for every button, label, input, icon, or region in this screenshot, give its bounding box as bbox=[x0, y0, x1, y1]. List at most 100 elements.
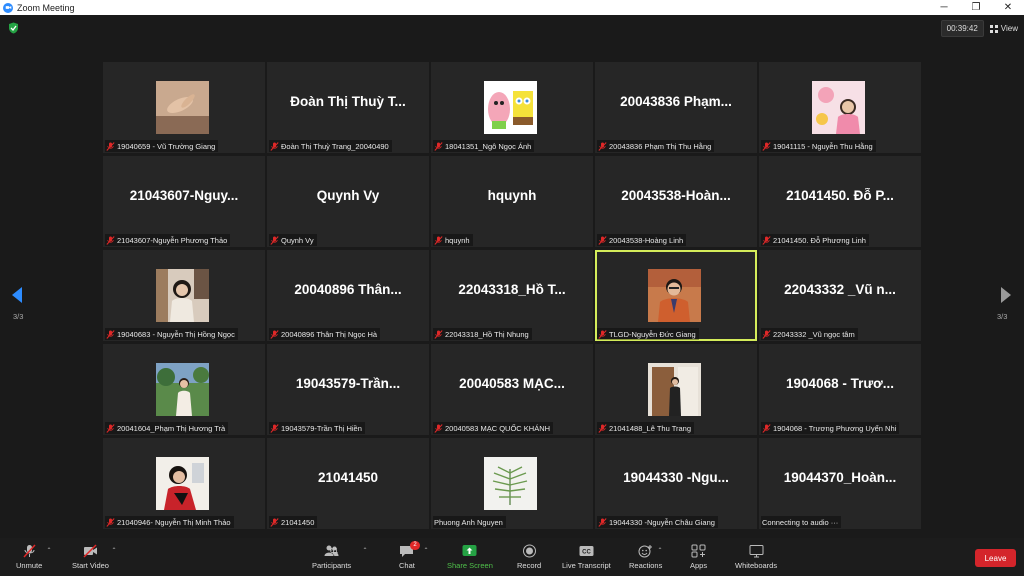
participant-display-name: 20043836 Phạm... bbox=[620, 94, 732, 109]
participant-tile[interactable]: 20041604_Phạm Thị Hương Trà bbox=[103, 344, 265, 435]
whiteboards-button[interactable]: Whiteboards bbox=[735, 544, 777, 570]
participant-photo-hands bbox=[156, 81, 209, 134]
next-page-arrow-icon[interactable] bbox=[999, 286, 1013, 304]
microphone-muted-icon bbox=[598, 235, 607, 245]
whiteboard-icon bbox=[749, 545, 764, 558]
start-video-button[interactable]: Start Video bbox=[72, 544, 109, 570]
svg-text:CC: CC bbox=[582, 550, 591, 556]
participant-name: 19040659 - Vũ Trường Giang bbox=[117, 141, 216, 151]
close-icon[interactable]: ✕ bbox=[992, 0, 1024, 15]
participant-display-name: 1904068 - Trươ... bbox=[786, 376, 894, 391]
participant-name-label: Đoàn Thị Thuỳ Trang_20040490 bbox=[269, 140, 392, 152]
participant-tile[interactable]: 18041351_Ngô Ngọc Ánh bbox=[431, 62, 593, 153]
microphone-muted-icon bbox=[23, 544, 36, 558]
apps-label: Apps bbox=[690, 561, 708, 570]
whiteboards-label: Whiteboards bbox=[735, 561, 778, 570]
participant-name: 20040896 Thân Thị Ngọc Hà bbox=[281, 329, 378, 339]
participant-display-name: 20040896 Thân... bbox=[294, 282, 402, 297]
record-button[interactable]: Record bbox=[517, 544, 541, 570]
restore-icon[interactable]: ❐ bbox=[960, 0, 992, 15]
participant-name-label: 21040946- Nguyễn Thị Minh Thảo bbox=[105, 516, 234, 528]
chat-unread-badge: 2 bbox=[410, 541, 420, 550]
participant-tile[interactable]: 19041115 - Nguyễn Thu Hằng bbox=[759, 62, 921, 153]
previous-page-arrow-icon[interactable] bbox=[10, 286, 24, 304]
participant-display-name: Quynh Vy bbox=[316, 188, 380, 203]
participant-name: 1904068 - Trương Phương Uyển Nhi bbox=[773, 423, 897, 433]
participant-tile[interactable]: 19043579-Trần... 19043579-Trần Thị Hiền bbox=[267, 344, 429, 435]
page-indicator-left: 3/3 bbox=[13, 312, 24, 321]
participant-display-name: 21043607-Nguy... bbox=[129, 188, 239, 203]
participants-button[interactable]: 61 Participants bbox=[312, 544, 351, 570]
shield-icon[interactable] bbox=[8, 22, 19, 34]
participant-tile[interactable]: 20040896 Thân... 20040896 Thân Thị Ngọc H… bbox=[267, 250, 429, 341]
participant-tile[interactable]: Đoàn Thị Thuỳ T... Đoàn Thị Thuỳ Trang_20… bbox=[267, 62, 429, 153]
share-screen-label: Share Screen bbox=[447, 561, 493, 570]
reactions-label: Reactions bbox=[629, 561, 663, 570]
chat-label: Chat bbox=[399, 561, 415, 570]
record-icon bbox=[522, 544, 536, 558]
participant-display-name: 21041450 bbox=[317, 470, 379, 485]
participant-name-label: 21041488_Lê Thu Trang bbox=[597, 422, 695, 434]
participant-tile[interactable]: hquynh hquynh bbox=[431, 156, 593, 247]
participant-tile-active-speaker[interactable]: TLGD-Nguyễn Đức Giang bbox=[595, 250, 757, 341]
window-titlebar: Zoom Meeting ─ ❐ ✕ bbox=[0, 0, 1024, 15]
participant-tile[interactable]: Quynh Vy Quynh Vy bbox=[267, 156, 429, 247]
participant-tile[interactable]: 22043318_Hồ T... 22043318_Hồ Thị Nhung bbox=[431, 250, 593, 341]
start-video-label: Start Video bbox=[72, 561, 109, 570]
participant-photo-man bbox=[648, 269, 701, 322]
participant-tile[interactable]: 21041450. Đỗ P... 21041450. Đỗ Phương Lin… bbox=[759, 156, 921, 247]
participant-photo-girl-red bbox=[156, 457, 209, 510]
participant-tile[interactable]: 1904068 - Trươ... 1904068 - Trương Phương… bbox=[759, 344, 921, 435]
view-button[interactable]: View bbox=[989, 24, 1018, 33]
participant-name: hquynh bbox=[445, 235, 470, 245]
unmute-button[interactable]: Unmute bbox=[16, 544, 42, 570]
participant-photo-leaf bbox=[484, 457, 537, 510]
participants-count: 61 bbox=[330, 546, 339, 555]
live-transcript-button[interactable]: CC Live Transcript bbox=[562, 544, 611, 570]
participant-display-name: 22043332 _Vũ n... bbox=[784, 282, 896, 297]
view-label: View bbox=[1000, 24, 1018, 33]
participant-photo-door bbox=[648, 363, 701, 416]
participant-photo-outdoor bbox=[156, 363, 209, 416]
leave-button[interactable]: Leave bbox=[975, 549, 1016, 567]
microphone-muted-icon bbox=[434, 141, 443, 151]
participant-tile[interactable]: 19044370_Hoàn... Connecting to audio ··· bbox=[759, 438, 921, 529]
microphone-muted-icon bbox=[598, 423, 607, 433]
page-indicator-right: 3/3 bbox=[997, 312, 1008, 321]
participant-tile[interactable]: 19044330 -Ngu... 19044330 -Nguyễn Châu Gi… bbox=[595, 438, 757, 529]
participant-name: 21041450 bbox=[281, 517, 315, 527]
meeting-toolbar: Unmute ⌃ Start Video ⌃ 61 Participants ⌃… bbox=[0, 538, 1024, 576]
apps-button[interactable]: Apps bbox=[690, 544, 707, 570]
participant-tile[interactable]: 20040583 MẠC... 20040583 MẠC QUỐC KHÁNH bbox=[431, 344, 593, 435]
participant-display-name: hquynh bbox=[487, 188, 537, 203]
video-grid: 19040659 - Vũ Trường Giang Đoàn Thị Thuỳ … bbox=[103, 62, 921, 529]
participant-tile[interactable]: 20043836 Phạm... 20043836 Phạm Thị Thu Hằ… bbox=[595, 62, 757, 153]
participant-tile[interactable]: 22043332 _Vũ n... 22043332 _Vũ ngọc tâm bbox=[759, 250, 921, 341]
participant-name-label: 21043607-Nguyễn Phương Thảo bbox=[105, 234, 231, 246]
minimize-icon[interactable]: ─ bbox=[928, 0, 960, 15]
participant-name-label: 19041115 - Nguyễn Thu Hằng bbox=[761, 140, 876, 152]
participant-name: 19040683 - Nguyễn Thị Hồng Ngọc bbox=[117, 329, 235, 339]
microphone-muted-icon bbox=[106, 423, 115, 433]
participant-tile[interactable]: 20043538-Hoàn... 20043538-Hoàng Linh bbox=[595, 156, 757, 247]
participant-name-label: 19044330 -Nguyễn Châu Giang bbox=[597, 516, 718, 528]
video-camera-off-icon bbox=[83, 544, 97, 558]
participant-display-name: 19043579-Trần... bbox=[295, 376, 401, 391]
participant-tile[interactable]: 21040946- Nguyễn Thị Minh Thảo bbox=[103, 438, 265, 529]
participants-label: Participants bbox=[312, 561, 352, 570]
participant-tile[interactable]: 21041488_Lê Thu Trang bbox=[595, 344, 757, 435]
participant-tile[interactable]: 19040683 - Nguyễn Thị Hồng Ngọc bbox=[103, 250, 265, 341]
window-title: Zoom Meeting bbox=[17, 2, 75, 13]
zoom-logo-icon bbox=[3, 2, 13, 13]
participant-tile[interactable]: 21041450 21041450 bbox=[267, 438, 429, 529]
chat-button[interactable]: 2 Chat bbox=[399, 541, 420, 570]
participant-tile[interactable]: Phuong Anh Nguyen bbox=[431, 438, 593, 529]
record-label: Record bbox=[517, 561, 542, 570]
participant-name: Quynh Vy bbox=[281, 235, 314, 245]
share-screen-button[interactable]: Share Screen bbox=[447, 544, 493, 570]
participant-tile[interactable]: 19040659 - Vũ Trường Giang bbox=[103, 62, 265, 153]
participant-tile[interactable]: 21043607-Nguy... 21043607-Nguyễn Phương T… bbox=[103, 156, 265, 247]
participant-name: 18041351_Ngô Ngọc Ánh bbox=[445, 141, 532, 151]
participant-name-label: 1904068 - Trương Phương Uyển Nhi bbox=[761, 422, 900, 434]
participant-name: Phuong Anh Nguyen bbox=[434, 517, 503, 527]
